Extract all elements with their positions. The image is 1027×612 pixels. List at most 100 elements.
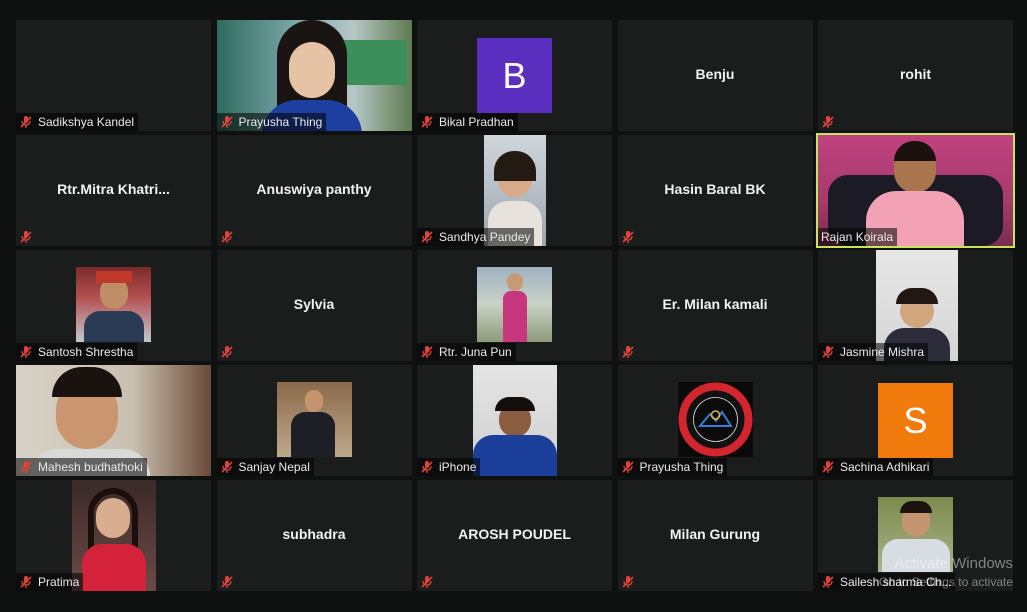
mic-muted-icon — [220, 461, 233, 473]
participant-tile[interactable]: Sylvia — [216, 250, 412, 361]
participant-tile[interactable]: Mahesh budhathoki — [16, 365, 211, 476]
participant-avatar: B — [477, 38, 552, 113]
mic-muted-icon — [20, 461, 32, 473]
participant-display-name: Sylvia — [293, 296, 335, 312]
participant-label — [417, 573, 443, 591]
mic-muted-icon — [621, 231, 634, 243]
participant-tile[interactable]: Rtr.Mitra Khatri... — [16, 135, 211, 246]
participant-tile[interactable]: B Bikal Pradhan — [417, 20, 612, 131]
participant-tile[interactable]: Benju — [617, 20, 813, 131]
mic-muted-icon — [421, 116, 433, 128]
participant-label: Sanjay Nepal — [216, 458, 314, 476]
mic-muted-icon — [421, 461, 433, 473]
participant-name: Sadikshya Kandel — [38, 115, 135, 129]
participant-tile[interactable]: Milan Gurung — [617, 480, 813, 591]
participant-display-name: Milan Gurung — [669, 526, 761, 542]
participant-name: Jasmine Mishra — [840, 345, 925, 359]
participant-label: Sadikshya Kandel — [16, 113, 139, 131]
activate-windows-watermark: Activate Windows Go to Settings to activ… — [863, 555, 1013, 591]
participant-display-name: Anuswiya panthy — [256, 181, 372, 197]
participant-label — [16, 228, 42, 246]
mic-muted-icon — [20, 231, 32, 243]
participant-display-name: subhadra — [282, 526, 346, 542]
participant-avatar: S — [878, 383, 953, 458]
participant-label: Rajan Koirala — [818, 228, 898, 246]
mic-muted-icon — [421, 576, 433, 588]
participant-tile[interactable]: Anuswiya panthy — [216, 135, 412, 246]
mic-muted-icon — [822, 461, 834, 473]
participant-tile[interactable]: subhadra — [216, 480, 412, 591]
participant-tile[interactable]: Prayusha Thing — [617, 365, 813, 476]
participant-label — [618, 228, 644, 246]
participant-video — [276, 382, 352, 457]
participant-label: Prayusha Thing — [216, 113, 327, 131]
participant-label: Jasmine Mishra — [818, 343, 929, 361]
mic-muted-icon — [621, 461, 634, 473]
participant-tile-active-speaker[interactable]: Rajan Koirala — [816, 133, 1015, 248]
participant-display-name: rohit — [899, 66, 932, 82]
participant-name: Rajan Koirala — [821, 230, 894, 244]
participant-tile[interactable]: Prayusha Thing — [216, 20, 412, 131]
participant-tile[interactable]: rohit — [818, 20, 1013, 131]
participant-name: Mahesh budhathoki — [38, 460, 143, 474]
participant-name: Prayusha Thing — [238, 115, 323, 129]
mic-muted-icon — [822, 346, 834, 358]
mic-muted-icon — [220, 346, 233, 358]
club-logo — [677, 382, 753, 457]
participant-label: Rtr. Juna Pun — [417, 343, 516, 361]
participant-name: Sanjay Nepal — [238, 460, 310, 474]
participant-display-name: Er. Milan kamali — [662, 296, 768, 312]
mic-muted-icon — [822, 116, 834, 128]
participant-video — [76, 267, 151, 342]
participant-tile[interactable]: Sandhya Pandey — [417, 135, 612, 246]
participant-label — [217, 228, 243, 246]
participant-label: Sachina Adhikari — [818, 458, 934, 476]
participant-name: iPhone — [439, 460, 477, 474]
mic-muted-icon — [20, 576, 32, 588]
participant-name: Sandhya Pandey — [439, 230, 531, 244]
participant-display-name: Hasin Baral BK — [664, 181, 766, 197]
participant-label — [618, 343, 644, 361]
mic-muted-icon — [822, 576, 834, 588]
participant-label: Bikal Pradhan — [417, 113, 518, 131]
mic-muted-icon — [621, 346, 634, 358]
participant-name: Santosh Shrestha — [38, 345, 134, 359]
participant-label: Prayusha Thing — [617, 458, 728, 476]
mic-muted-icon — [621, 576, 634, 588]
participant-tile[interactable]: Sanjay Nepal — [216, 365, 412, 476]
participant-tile[interactable]: Santosh Shrestha — [16, 250, 211, 361]
participant-label: iPhone — [417, 458, 481, 476]
participant-tile[interactable]: Pratima — [16, 480, 211, 591]
participant-tile[interactable]: Hasin Baral BK — [617, 135, 813, 246]
participant-tile[interactable]: Sailesh sharma Ch... Activate Windows Go… — [818, 480, 1013, 591]
participant-tile[interactable]: Rtr. Juna Pun — [417, 250, 612, 361]
participant-label — [618, 573, 644, 591]
mic-muted-icon — [20, 346, 32, 358]
participant-tile[interactable]: Er. Milan kamali — [617, 250, 813, 361]
participant-tile[interactable]: S Sachina Adhikari — [818, 365, 1013, 476]
mic-muted-icon — [220, 231, 233, 243]
participant-label — [217, 343, 243, 361]
participant-display-name: Benju — [695, 66, 735, 82]
mic-muted-icon — [220, 116, 233, 128]
participant-label: Mahesh budhathoki — [16, 458, 147, 476]
participant-video — [473, 365, 557, 476]
watermark-line2: Go to Settings to activate Windows. — [878, 575, 1013, 589]
participant-label: Pratima — [16, 573, 84, 591]
participant-grid: Sadikshya Kandel Prayusha Thing B Bikal … — [16, 20, 1015, 591]
mic-muted-icon — [20, 116, 32, 128]
participant-display-name: AROSH POUDEL — [458, 526, 571, 542]
participant-tile[interactable]: Jasmine Mishra — [818, 250, 1013, 361]
participant-label: Santosh Shrestha — [16, 343, 138, 361]
participant-video — [72, 480, 156, 591]
participant-name: Bikal Pradhan — [439, 115, 514, 129]
participant-name: Sachina Adhikari — [840, 460, 930, 474]
watermark-line1: Activate Windows — [894, 555, 1013, 572]
mic-muted-icon — [421, 231, 433, 243]
participant-tile[interactable]: Sadikshya Kandel — [16, 20, 211, 131]
participant-tile[interactable]: AROSH POUDEL — [417, 480, 612, 591]
participant-label — [818, 113, 844, 131]
participant-display-name: Rtr.Mitra Khatri... — [57, 181, 170, 197]
participant-tile[interactable]: iPhone — [417, 365, 612, 476]
mic-muted-icon — [421, 346, 433, 358]
